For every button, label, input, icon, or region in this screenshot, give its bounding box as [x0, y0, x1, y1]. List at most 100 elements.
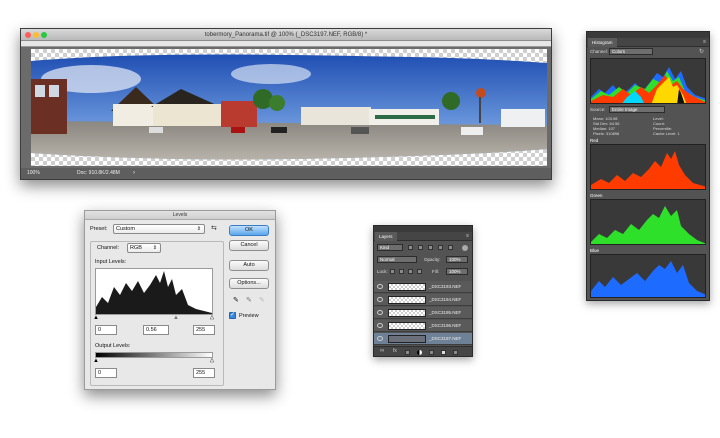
gray-point-eyedropper-icon[interactable]: ✎ — [246, 296, 252, 304]
layer-filter-select[interactable]: Kind — [377, 244, 403, 251]
trash-icon[interactable] — [453, 350, 458, 355]
layer-row[interactable]: _DSC3193.NEF — [374, 281, 472, 293]
new-group-icon[interactable] — [429, 350, 434, 355]
blend-mode-select[interactable]: Normal — [377, 256, 417, 263]
panorama-photo — [31, 54, 547, 160]
new-layer-icon[interactable] — [441, 350, 446, 355]
black-output-slider[interactable]: ▲ — [93, 358, 99, 364]
eye-icon[interactable] — [377, 310, 383, 315]
status-menu-arrow-icon[interactable]: › — [133, 168, 135, 179]
refresh-icon[interactable]: ↻ — [699, 48, 704, 55]
output-black-field[interactable]: 0 — [95, 368, 117, 378]
lock-label: Lock: — [377, 269, 388, 274]
layer-thumbnail — [388, 309, 426, 317]
white-point-eyedropper-icon[interactable]: ✎ — [259, 296, 265, 304]
layer-filter-value: Kind — [380, 245, 390, 250]
eye-icon[interactable] — [377, 336, 383, 341]
layer-name[interactable]: _DSC3196.NEF — [429, 320, 461, 332]
link-layers-icon[interactable]: ∞ — [380, 348, 384, 354]
close-window-button[interactable] — [25, 32, 31, 38]
cancel-button[interactable]: Cancel — [229, 240, 269, 251]
white-input-slider[interactable]: ▲ — [209, 315, 215, 322]
levels-title: Levels — [172, 212, 188, 218]
panel-menu-icon[interactable]: ≡ — [466, 232, 469, 241]
layer-row[interactable]: _DSC3195.NEF — [374, 307, 472, 319]
layer-row[interactable]: _DSC3196.NEF — [374, 320, 472, 332]
layer-style-icon[interactable]: fx — [393, 348, 397, 354]
options-button[interactable]: Options... — [229, 278, 269, 289]
filter-toggle-icon[interactable] — [462, 245, 468, 251]
document-size[interactable]: Doc: 910.8K/2.48M — [77, 168, 120, 179]
red-histogram-graphic — [591, 151, 705, 189]
adjustment-layer-icon[interactable] — [417, 350, 422, 355]
tab-histogram[interactable]: Histogram — [588, 38, 617, 47]
histogram-stats-right: Level: Count: Percentile: Cache Level: 1 — [653, 116, 709, 136]
layers-tabbar: Layers ≡ — [374, 232, 472, 241]
layer-name[interactable]: _DSC3197.NEF — [429, 333, 461, 345]
shape-filter-icon[interactable] — [438, 245, 443, 250]
layer-thumbnail — [388, 322, 426, 330]
channel-label: Channel: — [95, 245, 122, 251]
document-title-bar[interactable]: tobermory_Panorama.tif @ 100% (_DSC3197.… — [21, 29, 551, 41]
ok-button[interactable]: OK — [229, 225, 269, 236]
blue-channel-label: Blue — [590, 248, 600, 253]
green-channel-label: Green — [590, 193, 603, 198]
pixels-label: Pixels: — [593, 131, 605, 136]
layers-panel: Layers ≡ Kind Normal Opacity: 100% Lock:… — [373, 225, 473, 357]
black-point-eyedropper-icon[interactable]: ✎ — [233, 296, 239, 304]
source-select-value: Entire Image — [612, 107, 638, 112]
smart-object-filter-icon[interactable] — [448, 245, 453, 250]
eye-icon[interactable] — [377, 323, 383, 328]
layer-row-selected[interactable]: _DSC3197.NEF — [374, 333, 472, 345]
layer-name[interactable]: _DSC3194.NEF — [429, 294, 461, 306]
add-mask-icon[interactable] — [405, 350, 410, 355]
channel-select[interactable]: Colors — [609, 48, 653, 55]
input-white-field[interactable]: 255 — [193, 325, 215, 335]
zoom-window-button[interactable] — [41, 32, 47, 38]
channel-label: Channel: — [590, 49, 609, 54]
layer-row[interactable]: _DSC3194.NEF — [374, 294, 472, 306]
eye-icon[interactable] — [377, 297, 383, 302]
channel-select[interactable]: RGB ⇕ — [127, 243, 161, 253]
lock-transparency-icon[interactable] — [390, 269, 395, 274]
tab-layers[interactable]: Layers — [375, 232, 397, 241]
composite-histogram-graphic — [591, 67, 705, 103]
preview-checkbox[interactable]: ✓ — [229, 312, 236, 319]
preset-options-icon[interactable]: ⇆ — [211, 224, 217, 232]
preset-select[interactable]: Custom ⇕ — [113, 224, 205, 234]
levels-title-bar[interactable]: Levels — [85, 211, 275, 220]
panel-menu-icon[interactable]: ≡ — [703, 38, 706, 47]
image-canvas[interactable] — [31, 49, 547, 166]
layer-thumbnail — [388, 283, 426, 291]
lock-all-icon[interactable] — [417, 269, 422, 274]
preset-label: Preset: — [90, 226, 108, 232]
zoom-level[interactable]: 100% — [27, 168, 40, 179]
white-output-slider[interactable]: ▲ — [209, 358, 215, 365]
pixel-filter-icon[interactable] — [408, 245, 413, 250]
preset-select-value: Custom — [116, 226, 135, 232]
channel-select-value: RGB — [130, 245, 142, 251]
fill-field[interactable]: 100% — [446, 268, 468, 275]
black-input-slider[interactable]: ▲ — [93, 315, 99, 321]
adjustment-filter-icon[interactable] — [418, 245, 423, 250]
blue-histogram — [590, 254, 706, 298]
eye-icon[interactable] — [377, 284, 383, 289]
auto-button[interactable]: Auto — [229, 260, 269, 271]
minimize-window-button[interactable] — [33, 32, 39, 38]
blend-mode-value: Normal — [380, 257, 395, 262]
gamma-input-slider[interactable]: ▲ — [173, 315, 179, 321]
output-white-field[interactable]: 255 — [193, 368, 215, 378]
lock-position-icon[interactable] — [408, 269, 413, 274]
layer-name[interactable]: _DSC3193.NEF — [429, 281, 461, 293]
document-window[interactable]: tobermory_Panorama.tif @ 100% (_DSC3197.… — [20, 28, 552, 180]
horizontal-ruler — [21, 41, 551, 47]
layer-name[interactable]: _DSC3195.NEF — [429, 307, 461, 319]
source-select[interactable]: Entire Image — [609, 106, 665, 113]
input-gamma-field[interactable]: 0.56 — [143, 325, 169, 335]
opacity-field[interactable]: 100% — [446, 256, 468, 263]
preview-label: Preview — [239, 313, 259, 319]
type-filter-icon[interactable] — [428, 245, 433, 250]
input-black-field[interactable]: 0 — [95, 325, 117, 335]
lock-pixels-icon[interactable] — [399, 269, 404, 274]
chevron-down-icon: ⇕ — [152, 245, 157, 251]
